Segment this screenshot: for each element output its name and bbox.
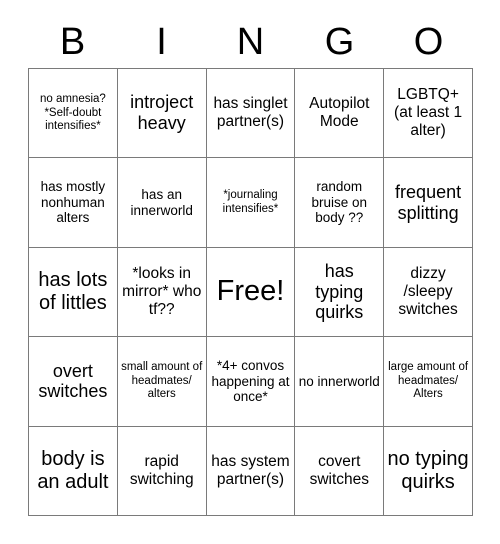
bingo-header-letter-b: B [59, 21, 86, 63]
bingo-cell-label: overt switches [38, 360, 108, 402]
bingo-cell-r1-c3[interactable]: has singlet partner(s) [206, 69, 296, 159]
bingo-free-cell[interactable]: Free! [206, 247, 296, 338]
bingo-cell-label: small amount of headmates/ alters [121, 361, 203, 401]
bingo-cell-r3-c2[interactable]: *looks in mirror* who tf?? [117, 247, 207, 338]
bingo-cell-label: *4+ convos happening at once* [211, 357, 290, 405]
bingo-cell-r5-c4[interactable]: covert switches [295, 426, 385, 517]
bingo-cell-label: no amnesia? *Self-doubt intensifies* [39, 93, 106, 132]
bingo-cell-label: covert switches [309, 452, 369, 488]
bingo-cell-label: body is an adult [37, 447, 109, 493]
bingo-header-letter-o: O [413, 21, 444, 63]
bingo-cell-r5-c1[interactable]: body is an adult [29, 426, 118, 517]
bingo-cell-r2-c4[interactable]: random bruise on body ?? [295, 158, 385, 248]
bingo-cell-label: introject heavy [130, 92, 194, 134]
bingo-cell-label: has lots of littles [38, 268, 108, 315]
bingo-cell-r1-c4[interactable]: Autopilot Mode [295, 69, 385, 159]
bingo-header-letter-n: N [236, 21, 265, 63]
bingo-cell-label: has mostly nonhuman alters [40, 179, 106, 226]
bingo-cell-label: has singlet partner(s) [213, 95, 288, 131]
bingo-cell-label: frequent splitting [395, 181, 462, 223]
bingo-header-letters: BINGO [28, 16, 473, 68]
bingo-cell-r5-c5[interactable]: no typing quirks [384, 426, 473, 517]
bingo-cell-label: *looks in mirror* who tf?? [122, 265, 202, 318]
bingo-cell-label: random bruise on body ?? [311, 179, 368, 226]
bingo-cell-label: has typing quirks [315, 260, 364, 323]
bingo-cell-r3-c5[interactable]: dizzy /sleepy switches [384, 247, 473, 338]
bingo-header-letter-i: I [156, 21, 167, 63]
bingo-cell-r1-c1[interactable]: no amnesia? *Self-doubt intensifies* [29, 69, 118, 159]
bingo-cell-label: no typing quirks [387, 447, 469, 493]
bingo-cell-label: rapid switching [129, 452, 194, 488]
bingo-cell-r4-c2[interactable]: small amount of headmates/ alters [117, 337, 207, 427]
bingo-cell-label: Autopilot Mode [309, 95, 370, 131]
bingo-cell-r5-c2[interactable]: rapid switching [117, 426, 207, 517]
bingo-cell-label: dizzy /sleepy switches [398, 265, 458, 318]
bingo-cell-r4-c1[interactable]: overt switches [29, 337, 118, 427]
bingo-cell-r2-c5[interactable]: frequent splitting [384, 158, 473, 248]
bingo-cell-label: no innerworld [298, 373, 380, 389]
bingo-cell-r2-c2[interactable]: has an innerworld [117, 158, 207, 248]
bingo-cell-label: has system partner(s) [211, 452, 290, 488]
bingo-card: B I N G O no amnesia? *Self-doubt intensifie… [0, 0, 500, 544]
bingo-row: has mostly nonhuman alters has an innerwo… [29, 158, 473, 248]
bingo-cell-label: LGBTQ+ (at least 1 alter) [394, 86, 463, 140]
bingo-row: body is an adult rapid switching has syste… [29, 426, 473, 517]
bingo-row: overt switches small amount of headmates/… [29, 337, 473, 427]
bingo-cell-r3-c1[interactable]: has lots of littles [29, 247, 118, 338]
bingo-cell-r2-c3[interactable]: *journaling intensifies* [206, 158, 296, 248]
bingo-cell-r2-c1[interactable]: has mostly nonhuman alters [29, 158, 118, 248]
bingo-cell-label: has an innerworld [130, 186, 193, 218]
bingo-row: has lots of littles *looks in mirror* who… [29, 247, 473, 338]
bingo-cell-label: large amount of headmates/ Alters [388, 361, 469, 401]
bingo-cell-r3-c4[interactable]: has typing quirks [295, 247, 385, 338]
bingo-cell-r4-c5[interactable]: large amount of headmates/ Alters [384, 337, 473, 427]
bingo-cell-label: Free! [216, 275, 285, 308]
bingo-grid: no amnesia? *Self-doubt intensifies* intr… [28, 68, 473, 517]
bingo-cell-r1-c5[interactable]: LGBTQ+ (at least 1 alter) [384, 69, 473, 159]
bingo-header-letter-g: G [324, 21, 355, 63]
bingo-cell-label: *journaling intensifies* [222, 189, 279, 215]
bingo-cell-r1-c2[interactable]: introject heavy [117, 69, 207, 159]
bingo-cell-r4-c3[interactable]: *4+ convos happening at once* [206, 337, 296, 427]
bingo-cell-r4-c4[interactable]: no innerworld [295, 337, 385, 427]
bingo-row: no amnesia? *Self-doubt intensifies* intr… [29, 69, 473, 159]
bingo-cell-r5-c3[interactable]: has system partner(s) [206, 426, 296, 517]
